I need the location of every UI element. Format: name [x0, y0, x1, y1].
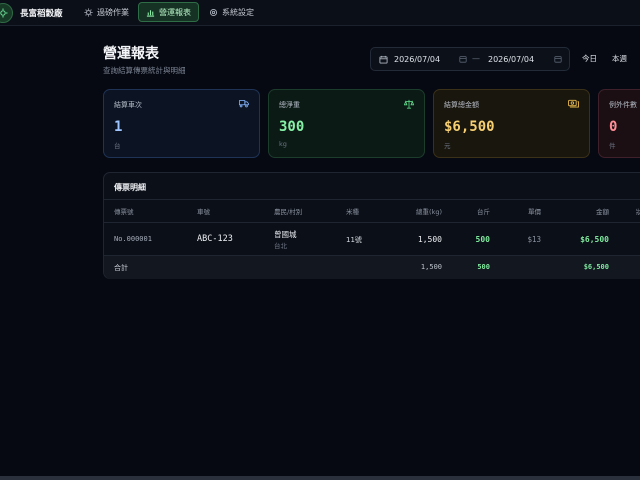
end-date-input[interactable]: 2026/07/04 — [488, 55, 534, 64]
card-unit: kg — [279, 140, 287, 148]
column-header[interactable]: 車號 — [197, 206, 210, 216]
plate-number: ABC-123 — [197, 234, 233, 244]
logo — [0, 3, 13, 23]
stat-card-total-amount: 結算總金額 $6,500 元 — [433, 89, 590, 158]
ticket-number[interactable]: No.000001 — [114, 235, 152, 243]
column-header[interactable]: 金額 — [596, 206, 609, 216]
card-unit: 元 — [444, 142, 451, 150]
unit-price: $13 — [527, 235, 541, 244]
date-separator: — — [472, 54, 480, 63]
total-label: 合計 — [114, 264, 128, 272]
date-range-picker: 2026/07/04 — 2026/07/04 — [370, 47, 570, 71]
card-value: 1 — [114, 119, 123, 135]
nav-label: 過磅作業 — [97, 7, 129, 17]
amount: $6,500 — [580, 235, 609, 244]
this-week-button[interactable]: 本週 — [612, 53, 627, 64]
card-value: 0 — [609, 119, 618, 135]
farmer-name: 曾國城 — [274, 230, 297, 239]
settings-icon — [209, 8, 218, 16]
total-amount: $6,500 — [583, 263, 609, 271]
stat-card-net-weight: 總淨重 300 kg — [268, 89, 425, 158]
catty-value: 500 — [475, 235, 490, 244]
village-name: 台北 — [274, 242, 287, 250]
total-weight: 1,500 — [417, 235, 442, 244]
card-value: $6,500 — [444, 119, 495, 135]
page-title: 營運報表 — [103, 46, 159, 62]
card-label: 總淨重 — [279, 101, 300, 109]
money-icon — [568, 99, 579, 108]
column-header[interactable]: 農民/村別 — [274, 206, 302, 216]
stat-card-trips: 結算車次 1 台 — [103, 89, 260, 158]
brand-name: 長富稻穀廠 — [20, 9, 63, 19]
column-header[interactable]: 台斤 — [477, 206, 490, 216]
column-header[interactable]: 狀 — [636, 206, 640, 216]
table-footer: 合計 1,500 500 $6,500 — [104, 256, 640, 279]
column-header[interactable]: 總重(kg) — [416, 206, 442, 216]
gear-icon — [0, 8, 8, 18]
nav-label: 營運報表 — [159, 7, 191, 17]
scale-icon — [404, 99, 414, 109]
top-nav: 長富稻穀廠 過磅作業 營運報表 系統設定 — [0, 0, 640, 26]
calendar-picker-icon[interactable] — [459, 55, 467, 63]
rice-type: 11號 — [346, 236, 362, 244]
card-unit: 台 — [114, 142, 121, 150]
card-label: 結算車次 — [114, 101, 142, 109]
bottom-scrollbar[interactable] — [0, 476, 640, 480]
nav-item-settings[interactable]: 系統設定 — [202, 2, 261, 22]
page-subtitle: 查詢結算傳票統計與明細 — [103, 66, 186, 75]
calendar-picker-icon[interactable] — [554, 55, 562, 63]
start-date-input[interactable]: 2026/07/04 — [394, 55, 440, 64]
stat-card-exceptions: 例外件數 0 件 — [598, 89, 640, 158]
nav-item-weighing[interactable]: 過磅作業 — [77, 2, 136, 22]
ticket-detail-panel: 傳票明細 傳票號 車號 農民/村別 米種 總重(kg) 台斤 單價 金額 狀 N… — [103, 172, 640, 279]
table-header: 傳票號 車號 農民/村別 米種 總重(kg) 台斤 單價 金額 狀 — [104, 200, 640, 222]
today-button[interactable]: 今日 — [582, 53, 597, 64]
total-catty: 500 — [477, 263, 490, 271]
card-label: 結算總金額 — [444, 101, 479, 109]
truck-icon — [239, 100, 249, 108]
card-unit: 件 — [609, 142, 616, 150]
total-weight: 1,500 — [420, 263, 442, 271]
calendar-icon — [379, 55, 388, 64]
panel-title: 傳票明細 — [114, 183, 146, 192]
column-header[interactable]: 傳票號 — [114, 206, 134, 216]
column-header[interactable]: 單價 — [528, 206, 541, 216]
card-label: 例外件數 — [609, 101, 637, 109]
gear-icon — [84, 7, 93, 17]
table-row[interactable]: No.000001 ABC-123 曾國城 台北 11號 1,500 500 $… — [104, 223, 640, 255]
bar-chart-icon — [146, 9, 155, 17]
nav-item-reports[interactable]: 營運報表 — [138, 2, 199, 22]
nav-label: 系統設定 — [222, 7, 254, 17]
card-value: 300 — [279, 119, 305, 135]
column-header[interactable]: 米種 — [346, 206, 359, 216]
